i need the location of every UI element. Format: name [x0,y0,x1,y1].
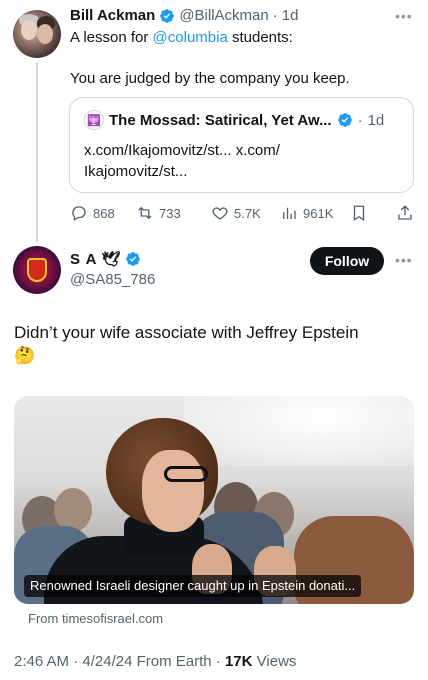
post-client: From Earth [136,653,212,670]
reply-author[interactable]: S A 🕊 [70,250,141,268]
reply-button[interactable]: 868 [70,204,115,222]
post-views-label: Views [256,653,297,670]
separator: · [272,7,278,24]
post-time[interactable]: 2:46 AM [14,653,69,670]
like-count: 5.7K [234,205,261,221]
author-name[interactable]: Bill Ackman [70,7,155,24]
mention-link[interactable]: @columbia [153,29,228,46]
follow-button[interactable]: Follow [310,247,384,275]
dove-icon: 🕊 [101,251,121,268]
text-prefix: A lesson for [70,29,153,46]
views-count: 961K [303,205,334,221]
views-button[interactable]: 961K [280,204,333,222]
reply-icon [72,206,86,221]
timestamp[interactable]: 1d [282,7,299,24]
thread-line [36,62,38,242]
repost-icon [138,206,152,220]
quote-author-name: The Mossad: Satirical, Yet Aw... [109,111,332,129]
verified-badge-icon [125,252,140,266]
tweet-header: Bill Ackman @BillAckman · 1d [70,7,298,24]
post-date[interactable]: 4/24/24 [82,653,132,670]
link-card-title: Renowned Israeli designer caught up in E… [24,575,362,597]
views-icon [283,207,296,219]
verified-badge-icon [337,113,352,127]
avatar[interactable] [13,10,61,58]
tweet-text-line1: A lesson for @columbia students: [70,28,293,48]
quote-timestamp: 1d [367,111,385,129]
quote-avatar: 🕎 [84,110,104,130]
link-card-image[interactable]: Renowned Israeli designer caught up in E… [14,396,414,604]
reply-text: Didn’t your wife associate with Jeffrey … [14,321,414,367]
bookmark-button[interactable] [350,204,368,222]
verified-badge-icon [160,8,175,23]
quote-header: 🕎 The Mossad: Satirical, Yet Aw... · 1d [84,110,384,130]
quote-text: x.com/Ikajomovitz/st... x.com/ Ikajomovi… [84,142,280,180]
share-button[interactable] [396,204,414,222]
avatar[interactable] [13,246,61,294]
quoted-tweet[interactable]: 🕎 The Mossad: Satirical, Yet Aw... · 1d … [69,97,414,193]
separator: · [357,111,363,129]
repost-button[interactable]: 733 [136,204,181,222]
thinking-emoji: 🤔 [14,346,36,365]
reply-author-name: S A [70,250,98,268]
author-handle[interactable]: @BillAckman [179,7,268,24]
tweet-meta: 2:46 AM · 4/24/24 From Earth · 17K Views [14,653,297,670]
tweet-text-line2: You are judged by the company you keep. [70,70,350,87]
reply-text-body: Didn’t your wife associate with Jeffrey … [14,323,359,342]
repost-count: 733 [159,205,181,221]
post-views-count: 17K [224,653,253,670]
link-source[interactable]: From timesofisrael.com [28,611,163,626]
reply-count: 868 [93,205,115,221]
like-button[interactable]: 5.7K [211,204,261,222]
more-options-icon[interactable]: ••• [395,8,413,24]
reply-author-handle[interactable]: @SA85_786 [70,271,155,288]
bookmark-icon [353,205,365,222]
text-suffix: students: [227,29,293,46]
heart-icon [212,207,228,220]
share-icon [398,205,412,220]
more-options-icon[interactable]: ••• [395,252,413,268]
